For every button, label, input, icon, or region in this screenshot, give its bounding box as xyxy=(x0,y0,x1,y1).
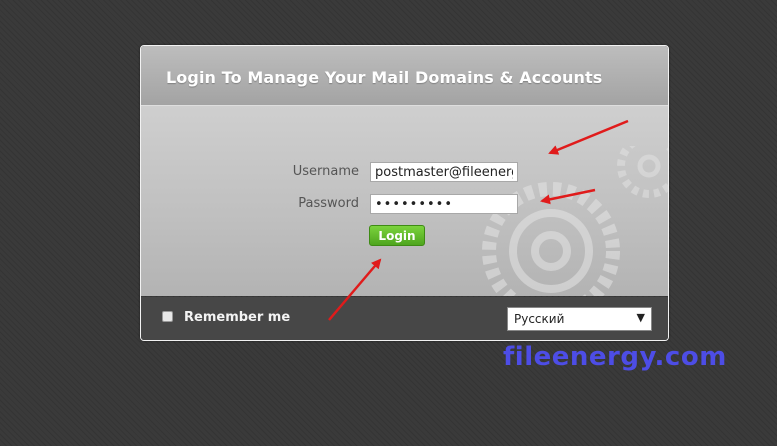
remember-me-label[interactable]: Remember me xyxy=(184,310,290,325)
language-select[interactable]: Русский ▼ xyxy=(507,307,652,331)
panel-header: Login To Manage Your Mail Domains & Acco… xyxy=(141,46,668,106)
login-panel: Login To Manage Your Mail Domains & Acco… xyxy=(140,45,669,341)
username-input[interactable] xyxy=(370,162,518,182)
username-label: Username xyxy=(292,164,359,179)
chevron-down-icon: ▼ xyxy=(636,311,645,324)
remember-me-checkbox[interactable] xyxy=(162,311,173,322)
panel-footer: Remember me Русский ▼ xyxy=(141,297,668,340)
login-form: Username Password Login xyxy=(141,106,668,296)
password-label: Password xyxy=(298,196,359,211)
login-button[interactable]: Login xyxy=(369,225,425,246)
watermark-text: fileenergy.com xyxy=(503,342,727,372)
language-selected-value: Русский xyxy=(514,312,565,326)
password-input[interactable] xyxy=(370,194,518,214)
panel-title: Login To Manage Your Mail Domains & Acco… xyxy=(166,68,603,87)
